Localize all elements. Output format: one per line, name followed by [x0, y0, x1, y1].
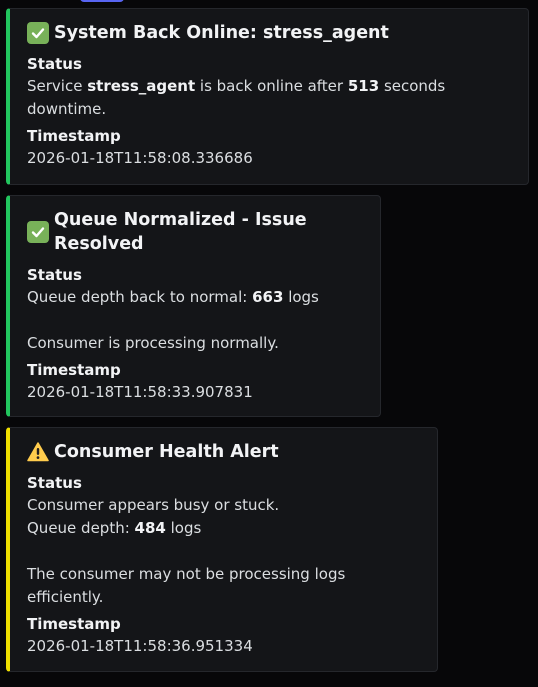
timestamp-label: Timestamp	[27, 127, 121, 145]
timestamp-value: 2026-01-18T11:58:33.907831	[27, 383, 253, 401]
status-note: The consumer may not be processing logs …	[27, 565, 346, 606]
downtime-seconds: 513	[347, 77, 380, 95]
status-label: Status	[27, 55, 82, 73]
embed-title: Consumer Health Alert	[27, 440, 421, 464]
warning-icon	[27, 441, 49, 463]
status-value: Queue depth back to normal: 663 logs	[27, 288, 319, 306]
queue-depth: 484	[134, 519, 166, 537]
embed-title: Queue Normalized - Issue Resolved	[27, 208, 364, 256]
status-label: Status	[27, 474, 82, 492]
embed-title-text: Queue Normalized - Issue Resolved	[54, 210, 307, 254]
queue-depth: 663	[252, 288, 284, 306]
embed-title: System Back Online: stress_agent	[27, 21, 512, 45]
alert-embed-system-back-online: System Back Online: stress_agent Status …	[6, 8, 529, 185]
status-note: Consumer is processing normally.	[27, 334, 279, 352]
status-line: Consumer appears busy or stuck.	[27, 496, 280, 514]
previous-message-fragment	[80, 0, 124, 2]
alert-embed-queue-normalized: Queue Normalized - Issue Resolved Status…	[6, 195, 381, 417]
timestamp-label: Timestamp	[27, 615, 121, 633]
timestamp-label: Timestamp	[27, 361, 121, 379]
embed-title-text: Consumer Health Alert	[54, 442, 279, 462]
status-value: Service stress_agent is back online afte…	[27, 77, 446, 118]
service-name: stress_agent	[87, 77, 196, 95]
status-value: Queue depth: 484 logs	[27, 519, 202, 537]
status-label: Status	[27, 266, 82, 284]
timestamp-value: 2026-01-18T11:58:36.951334	[27, 637, 253, 655]
check-mark-icon	[27, 22, 49, 44]
check-mark-icon	[27, 221, 49, 243]
timestamp-value: 2026-01-18T11:58:08.336686	[27, 149, 253, 167]
embed-title-text: System Back Online: stress_agent	[54, 23, 389, 43]
alert-embed-consumer-health: Consumer Health Alert Status Consumer ap…	[6, 427, 438, 672]
